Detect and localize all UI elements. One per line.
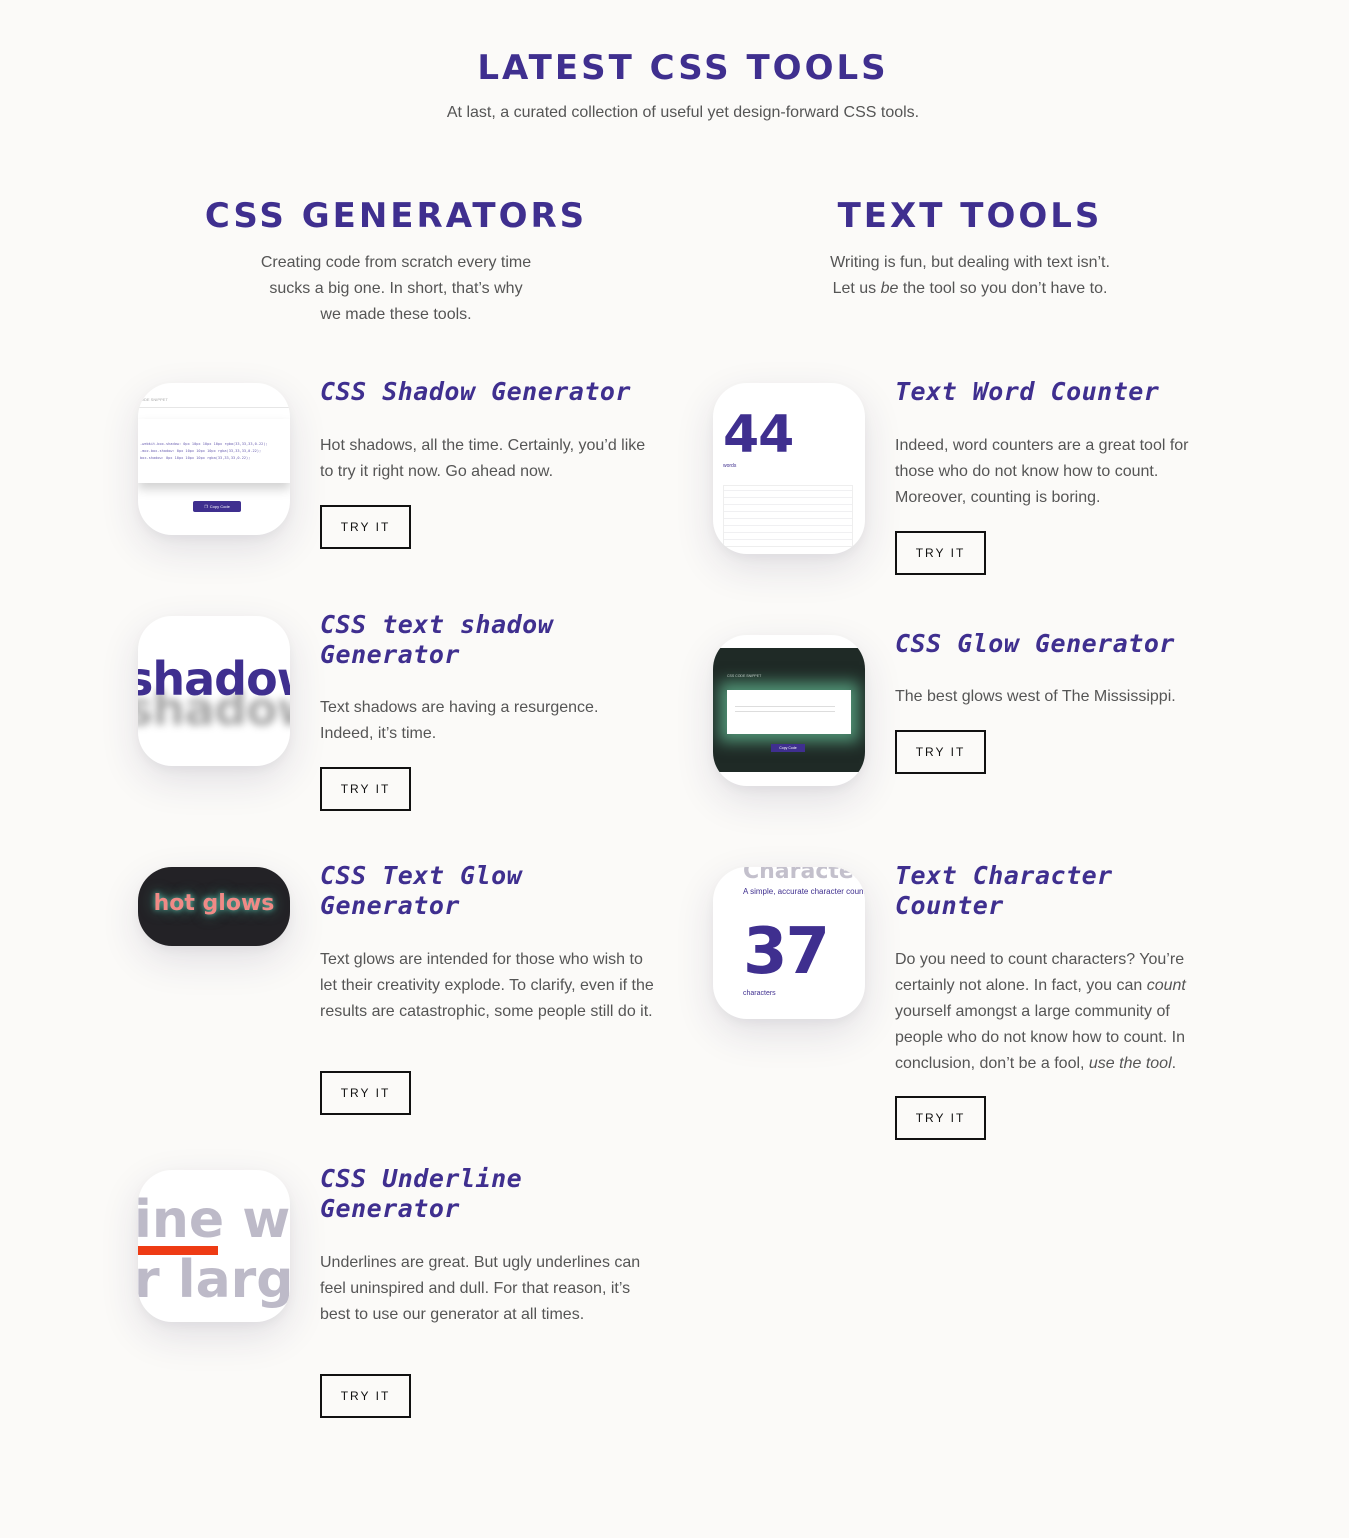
text-tools-description: Writing is fun, but dealing with text is… <box>830 250 1110 302</box>
text-tools-title: TEXT TOOLS <box>837 196 1103 236</box>
code-lines <box>735 704 835 716</box>
copy-code-label: Copy Code <box>209 504 230 509</box>
text-word-counter-description: Indeed, word counters are a great tool f… <box>895 437 1189 506</box>
code-snippet-label: CSS CODE SNIPPET <box>727 674 762 678</box>
sample-line: ine wo <box>138 1190 290 1250</box>
css-shadow-generator-title[interactable]: CSS Shadow Generator <box>320 377 631 407</box>
text-word-counter-thumbnail[interactable]: 44 words <box>713 383 865 554</box>
tool-title-line[interactable]: CSS Underline <box>320 1164 522 1194</box>
css-shadow-generator-try-button[interactable]: TRY IT <box>320 505 411 549</box>
page-subtitle: At last, a curated collection of useful … <box>446 104 920 121</box>
text-tools-description-text: the tool so you don’t have to. <box>898 280 1108 297</box>
code-box: -webkit-box-shadow: 0px 10px 10px 10px r… <box>138 419 290 483</box>
css-underline-generator-title[interactable]: CSS Underline Generator <box>320 1164 522 1224</box>
text-character-counter-thumbnail[interactable]: Character A simple, accurate character c… <box>713 867 865 1019</box>
sample-line: r larg <box>138 1250 290 1310</box>
code-line: -moz-box-shadow: 0px 10px 10px 10px rgba… <box>140 449 262 453</box>
css-generators-description: Creating code from scratch every time su… <box>236 250 556 328</box>
css-glow-generator-try-button[interactable]: TRY IT <box>895 730 986 774</box>
code-snippet-label: CODE SNIPPET <box>138 397 168 402</box>
tool-title-line[interactable]: Text Character <box>895 861 1113 891</box>
word-count-label: words <box>723 463 737 469</box>
description-emphasis: count <box>1146 977 1186 994</box>
css-glow-generator-description: The best glows west of The Mississippi. <box>895 688 1176 705</box>
css-text-shadow-generator-description: Text shadows are having a resurgence. In… <box>320 699 599 742</box>
tool-title-line[interactable]: CSS text shadow <box>320 610 553 640</box>
description-text: . <box>1171 1055 1177 1072</box>
css-glow-generator-thumbnail[interactable]: CSS CODE SNIPPET Copy Code <box>713 635 865 786</box>
tool-title-line[interactable]: CSS Text Glow <box>320 861 522 891</box>
code-line: box-shadow: 0px 10px 10px 10px rgba(33,3… <box>140 456 251 460</box>
character-counter-subtitle: A simple, accurate character counter <box>743 887 865 896</box>
glow-code-box <box>727 690 851 734</box>
character-count-label: characters <box>743 990 776 997</box>
tool-title-line[interactable]: Generator <box>320 891 522 921</box>
word-count-number: 44 <box>723 405 794 465</box>
css-text-shadow-generator-title[interactable]: CSS text shadow Generator <box>320 610 553 670</box>
tool-title-line[interactable]: Text Word Counter <box>895 377 1159 407</box>
description-text: Do you need to count characters? You’re … <box>895 951 1185 994</box>
text-word-counter-title[interactable]: Text Word Counter <box>895 377 1159 407</box>
character-count-number: 37 <box>743 915 830 989</box>
css-underline-generator-try-button[interactable]: TRY IT <box>320 1374 411 1418</box>
copy-code-button: Copy Code <box>771 744 805 752</box>
tool-title-line[interactable]: Generator <box>320 640 553 670</box>
css-text-glow-generator-thumbnail[interactable]: hot glows <box>138 867 290 946</box>
code-line: -webkit-box-shadow: 0px 10px 10px 10px r… <box>140 442 268 446</box>
css-generators-description-line: we made these tools. <box>320 306 472 323</box>
css-underline-generator-thumbnail[interactable]: ine wo r larg <box>138 1170 290 1322</box>
copy-icon: ❐ <box>204 504 208 509</box>
tool-title-line[interactable]: CSS Shadow Generator <box>320 377 631 407</box>
text-input-preview <box>723 485 853 547</box>
text-character-counter-title[interactable]: Text Character Counter <box>895 861 1113 921</box>
page-title: LATEST CSS TOOLS <box>477 48 889 88</box>
css-shadow-generator-thumbnail[interactable]: CODE SNIPPET -webkit-box-shadow: 0px 10p… <box>138 383 290 535</box>
text-character-counter-description: Do you need to count characters? You’re … <box>895 947 1217 1077</box>
tool-title-line[interactable]: Generator <box>320 1194 522 1224</box>
css-shadow-generator-description: Hot shadows, all the time. Certainly, yo… <box>320 437 646 480</box>
css-text-shadow-generator-thumbnail[interactable]: shadow <box>138 616 290 766</box>
text-word-counter-try-button[interactable]: TRY IT <box>895 531 986 575</box>
css-text-glow-generator-title[interactable]: CSS Text Glow Generator <box>320 861 522 921</box>
css-underline-generator-description: Underlines are great. But ugly underline… <box>320 1254 641 1323</box>
css-text-shadow-generator-try-button[interactable]: TRY IT <box>320 767 411 811</box>
shadow-sample-text: shadow <box>138 652 290 706</box>
glow-preview-bg: CSS CODE SNIPPET Copy Code <box>713 648 865 772</box>
copy-code-button: ❐ Copy Code <box>193 501 241 512</box>
css-generators-description-line: Creating code from scratch every time <box>260 254 532 271</box>
tool-title-line[interactable]: CSS Glow Generator <box>895 629 1175 659</box>
css-glow-generator-title[interactable]: CSS Glow Generator <box>895 629 1175 659</box>
description-emphasis: use the tool <box>1088 1055 1172 1072</box>
character-heading-fragment: Character <box>743 867 865 884</box>
red-underline <box>138 1246 218 1255</box>
css-generators-title: CSS GENERATORS <box>204 196 588 236</box>
css-text-glow-generator-description: Text glows are intended for those who wi… <box>320 951 654 1020</box>
text-tools-description-emphasis: be <box>880 280 899 297</box>
tool-title-line[interactable]: Counter <box>895 891 1113 921</box>
glow-sample-text: hot glows <box>153 891 275 916</box>
text-character-counter-try-button[interactable]: TRY IT <box>895 1096 986 1140</box>
css-text-glow-generator-try-button[interactable]: TRY IT <box>320 1071 411 1115</box>
css-generators-description-line: sucks a big one. In short, that’s why <box>269 280 523 297</box>
divider <box>138 407 290 408</box>
